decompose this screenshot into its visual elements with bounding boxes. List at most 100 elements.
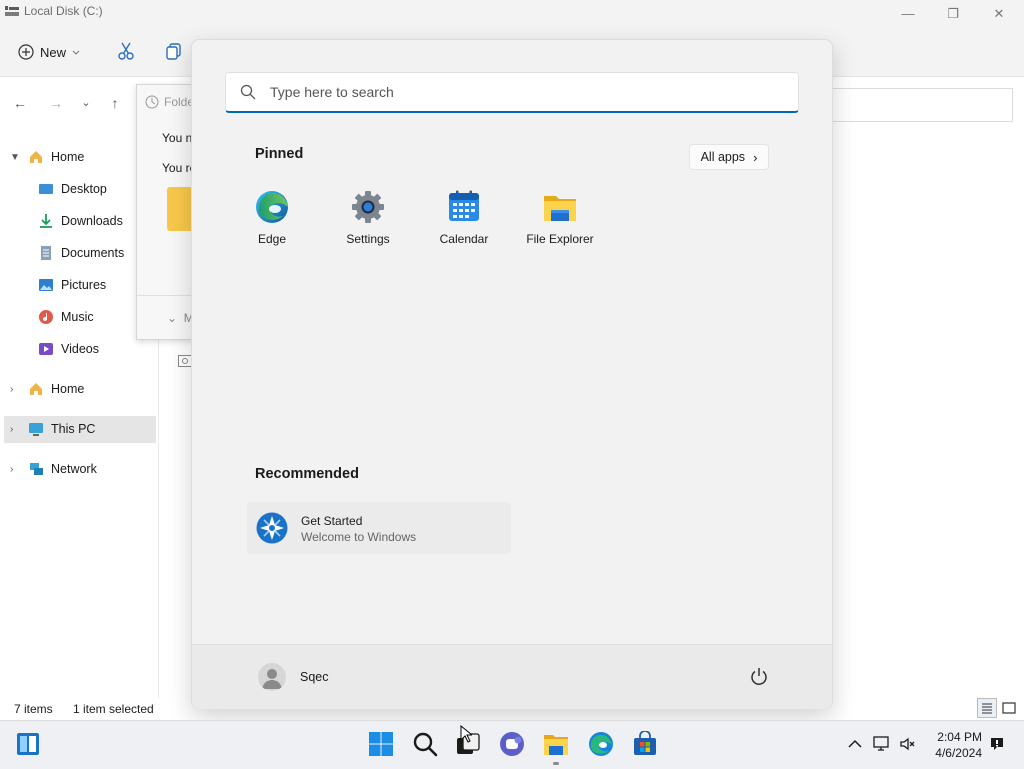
edge-icon[interactable] — [588, 731, 614, 757]
recent-chevron-icon[interactable]: ⌄ — [78, 95, 94, 111]
drive-thumbnail-icon — [178, 355, 192, 367]
pinned-app-label: Edge — [257, 232, 287, 246]
pinned-app-edge[interactable]: Edge — [224, 188, 320, 254]
item-count: 7 items — [14, 702, 53, 716]
file-explorer-icon[interactable] — [543, 731, 569, 757]
user-avatar[interactable] — [258, 663, 286, 691]
minimize-button[interactable]: — — [893, 4, 923, 24]
start-icon[interactable] — [368, 731, 394, 757]
settings-icon — [352, 191, 384, 223]
forward-arrow-icon[interactable]: → — [48, 95, 64, 111]
sidebar-item-videos[interactable]: Videos — [38, 336, 99, 362]
pinned-app-label: Calendar — [439, 232, 489, 246]
pinned-heading: Pinned — [255, 146, 304, 162]
network-status-icon[interactable] — [873, 735, 891, 753]
sidebar-item-desktop[interactable]: Desktop — [38, 176, 107, 202]
folder-search-box[interactable] — [832, 88, 1013, 122]
details-view-icon — [982, 703, 992, 714]
file-explorer-icon — [544, 196, 576, 221]
restore-button[interactable]: ❐ — [938, 4, 968, 24]
pinned-app-calendar[interactable]: Calendar — [416, 188, 512, 254]
desktop-icon — [39, 184, 53, 194]
sidebar-item-label: Music — [61, 310, 94, 324]
all-apps-button[interactable]: All apps › — [689, 144, 769, 170]
user-name[interactable]: Sqec — [300, 670, 329, 684]
close-button[interactable]: ✕ — [984, 4, 1014, 24]
downloads-icon — [40, 214, 52, 228]
sidebar-item-documents[interactable]: Documents — [38, 240, 124, 266]
chat-icon[interactable] — [499, 731, 525, 757]
sidebar-item-label: Pictures — [61, 278, 107, 292]
chevron-right-icon[interactable]: › — [10, 464, 20, 475]
tiles-view-button[interactable] — [999, 698, 1019, 718]
new-button-label: New — [40, 44, 67, 60]
start-search-box[interactable] — [225, 72, 799, 113]
documents-icon — [41, 246, 51, 260]
sidebar-item-label: This PC — [51, 422, 96, 436]
new-button[interactable]: New — [18, 40, 80, 64]
mouse-cursor-icon — [460, 725, 472, 743]
window-title: Local Disk (C:) — [24, 4, 103, 18]
cut-icon[interactable] — [116, 41, 136, 61]
pinned-app-file-explorer[interactable]: File Explorer — [512, 188, 608, 254]
dialog-title: Folde — [145, 95, 194, 109]
widgets-icon[interactable] — [16, 732, 40, 756]
sidebar-item-label: Home — [51, 382, 85, 396]
videos-icon — [39, 343, 53, 355]
sidebar-item-pictures[interactable]: Pictures — [38, 272, 106, 298]
dialog-more-toggle[interactable]: ⌄ M — [167, 311, 194, 325]
this-pc-icon — [29, 423, 43, 436]
sidebar-item-downloads[interactable]: Downloads — [38, 208, 123, 234]
recommended-item-title: Get Started — [301, 514, 363, 528]
dialog-title-text: Folde — [164, 95, 195, 109]
pinned-app-label: File Explorer — [526, 232, 594, 246]
chevron-right-icon: › — [753, 149, 758, 165]
sidebar-item-label: Documents — [61, 246, 125, 260]
drive-icon — [5, 6, 19, 16]
chevron-right-icon[interactable]: › — [10, 424, 20, 435]
network-icon — [30, 463, 43, 475]
recommended-item-subtitle: Welcome to Windows — [301, 530, 417, 544]
title-bar: Local Disk (C:) — ❐ ✕ — [0, 0, 1024, 30]
sidebar-item-home[interactable]: ▼ Home — [10, 144, 84, 170]
user-icon — [262, 669, 282, 689]
store-icon[interactable] — [632, 731, 658, 757]
sidebar-item-this-pc[interactable]: › This PC — [10, 416, 95, 442]
clock-date: 4/6/2024 — [935, 746, 982, 760]
sidebar-item-label: Home — [51, 150, 85, 164]
tiles-view-icon — [1002, 702, 1016, 714]
get-started-icon — [256, 512, 288, 544]
up-arrow-icon[interactable]: ↑ — [107, 95, 123, 111]
volume-muted-icon[interactable] — [899, 735, 917, 753]
chevron-down-icon[interactable]: ▼ — [10, 152, 20, 163]
dialog-text-line: You n — [162, 131, 193, 145]
pinned-app-settings[interactable]: Settings — [320, 188, 416, 254]
details-view-button[interactable] — [977, 698, 997, 718]
taskbar: 2:04 PM 4/6/2024 — [0, 720, 1024, 769]
start-menu-footer: Sqec — [192, 644, 832, 709]
pinned-app-label: Settings — [346, 232, 390, 246]
power-icon[interactable] — [748, 665, 770, 687]
sidebar-item-label: Downloads — [61, 214, 123, 228]
notification-icon[interactable] — [988, 735, 1006, 753]
back-arrow-icon[interactable]: ← — [12, 95, 28, 111]
plus-circle-icon — [18, 44, 34, 60]
search-icon — [240, 84, 256, 100]
system-clock[interactable]: 2:04 PM 4/6/2024 — [935, 729, 982, 761]
chevron-up-icon[interactable] — [846, 735, 864, 753]
copy-icon[interactable] — [164, 41, 184, 61]
file-explorer-running-indicator — [553, 762, 559, 765]
search-icon[interactable] — [412, 731, 438, 757]
start-search-input[interactable] — [268, 83, 772, 101]
selection-count: 1 item selected — [73, 702, 154, 716]
all-apps-label: All apps — [700, 150, 746, 164]
sidebar-item-label: Videos — [61, 342, 99, 356]
sidebar-item-network[interactable]: › Network — [10, 456, 97, 482]
sidebar-item-label: Network — [51, 462, 97, 476]
sidebar-item-home-collapsed[interactable]: › Home — [10, 376, 84, 402]
chevron-right-icon[interactable]: › — [10, 384, 20, 395]
recommended-item-get-started[interactable]: Get Started Welcome to Windows — [247, 502, 511, 554]
recommended-heading: Recommended — [255, 466, 359, 482]
clock-time: 2:04 PM — [937, 730, 982, 744]
sidebar-item-music[interactable]: Music — [38, 304, 94, 330]
